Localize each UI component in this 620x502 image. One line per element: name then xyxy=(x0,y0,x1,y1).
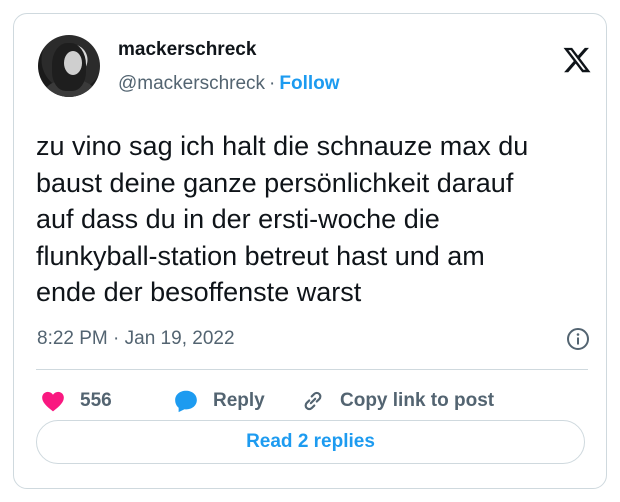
divider xyxy=(36,369,588,370)
follow-button[interactable]: Follow xyxy=(279,73,339,94)
author-handle-row: @mackerschreck · Follow xyxy=(118,73,340,95)
reply-bubble-icon xyxy=(175,390,197,413)
author-display-name[interactable]: mackerschreck xyxy=(118,39,256,61)
avatar[interactable] xyxy=(38,35,100,97)
like-button[interactable]: 556 xyxy=(40,387,112,415)
reply-label: Reply xyxy=(213,390,265,411)
x-logo-icon[interactable] xyxy=(562,45,592,75)
copy-link-button[interactable]: Copy link to post xyxy=(300,387,494,415)
heart-icon xyxy=(42,391,64,412)
reply-button[interactable]: Reply xyxy=(173,387,265,415)
tweet-card: mackerschreck @mackerschreck · Follow zu v… xyxy=(13,13,607,489)
separator-dot: · xyxy=(269,73,276,94)
link-icon xyxy=(304,391,322,411)
info-icon[interactable] xyxy=(566,327,590,351)
tweet-timestamp[interactable]: 8:22 PM · Jan 19, 2022 xyxy=(37,328,235,350)
copy-link-label: Copy link to post xyxy=(340,390,495,411)
tweet-text: zu vino sag ich halt die schnauze max du… xyxy=(36,131,529,307)
author-handle[interactable]: @mackerschreck xyxy=(118,73,265,94)
read-replies-button[interactable]: Read 2 replies xyxy=(36,420,585,464)
like-count: 556 xyxy=(80,390,112,411)
